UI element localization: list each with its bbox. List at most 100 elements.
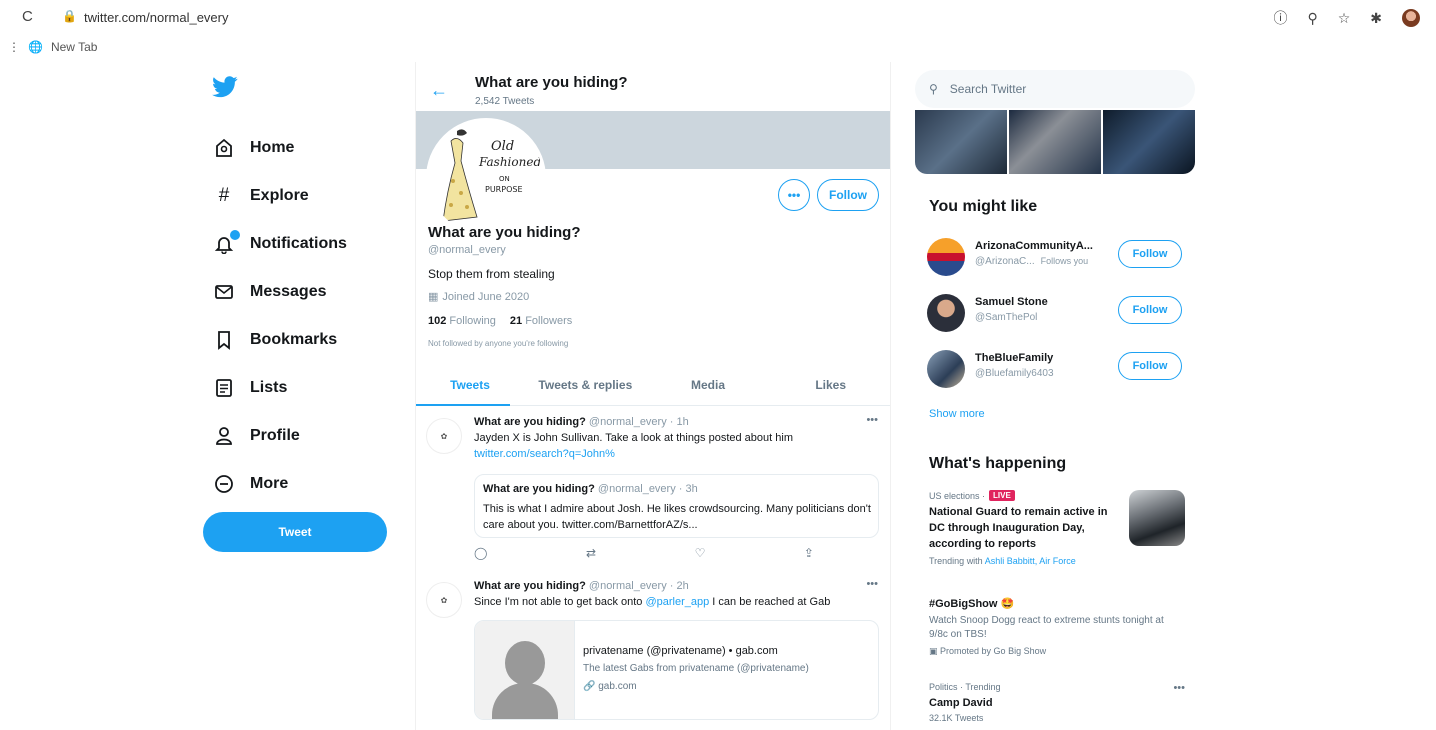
tweet-item[interactable]: ✿ What are you hiding? @normal_every · 2…: [416, 576, 890, 730]
tweet-text-part: I can be reached at Gab: [709, 596, 831, 608]
following-link[interactable]: 102 Following: [428, 315, 496, 327]
nav-item-profile[interactable]: Profile: [200, 412, 347, 460]
tweet-more-icon[interactable]: •••: [866, 414, 878, 426]
trend-sub-links[interactable]: Ashli Babbitt, Air Force: [985, 556, 1076, 566]
reply-icon[interactable]: ◯: [474, 546, 487, 560]
profile-more-button[interactable]: •••: [778, 179, 810, 211]
nav-item-notifications[interactable]: Notifications: [200, 220, 347, 268]
tweet-mention[interactable]: @parler_app: [645, 596, 709, 608]
tab-tweets-replies[interactable]: Tweets & replies: [524, 364, 647, 405]
whats-happening-title: What's happening: [929, 455, 1067, 472]
profile-column: ← What are you hiding? 2,542 Tweets Old …: [415, 62, 891, 730]
suggestion-name[interactable]: ArizonaCommunityA...: [975, 240, 1105, 252]
dress-illustration: [442, 129, 478, 222]
nav-item-bookmarks[interactable]: Bookmarks: [200, 316, 347, 364]
tweet-avatar[interactable]: ✿: [426, 582, 462, 618]
tab-likes[interactable]: Likes: [769, 364, 890, 405]
placeholder-body: [492, 683, 558, 719]
apps-icon[interactable]: ⋮: [8, 40, 20, 54]
star-icon[interactable]: ☆: [1338, 10, 1351, 27]
suggestion-name[interactable]: TheBlueFamily: [975, 352, 1105, 364]
suggestion-avatar[interactable]: [927, 238, 965, 276]
placeholder-head: [505, 641, 545, 685]
nav-label-notifications: Notifications: [250, 235, 347, 252]
trend-item[interactable]: Politics · Trending Camp David 32.1K Twe…: [929, 682, 1185, 730]
profile-bio: Stop them from stealing: [428, 267, 555, 281]
share-icon[interactable]: ⇪: [804, 546, 814, 560]
browser-toolbar: ⓘ ⚲ ☆ ✱: [1273, 8, 1420, 28]
live-badge: LIVE: [989, 490, 1015, 501]
browser-profile-avatar[interactable]: [1402, 9, 1420, 27]
suggestion-follow-button[interactable]: Follow: [1118, 352, 1182, 380]
reload-icon[interactable]: C: [22, 8, 33, 25]
trend-item[interactable]: #GoBigShow 🤩 Watch Snoop Dogg react to e…: [929, 596, 1185, 662]
person-icon: [212, 424, 236, 448]
suggestion-avatar[interactable]: [927, 294, 965, 332]
twitter-bird-icon[interactable]: [212, 76, 238, 98]
link-card[interactable]: privatename (@privatename) • gab.com The…: [474, 620, 879, 720]
quote-author: What are you hiding?: [483, 483, 595, 495]
profile-avatar[interactable]: Old Fashioned ON PURPOSE: [426, 118, 546, 238]
suggestion-follow-button[interactable]: Follow: [1118, 296, 1182, 324]
address-bar[interactable]: twitter.com/normal_every: [84, 10, 229, 25]
profile-handle: @normal_every: [428, 244, 506, 256]
retweet-icon[interactable]: ⇄: [586, 546, 596, 560]
tweet-button[interactable]: Tweet: [203, 512, 387, 552]
nav-item-more[interactable]: More: [200, 460, 347, 508]
nav-item-lists[interactable]: Lists: [200, 364, 347, 412]
nav-item-home[interactable]: Home: [200, 124, 347, 172]
like-icon[interactable]: ♡: [695, 546, 706, 560]
show-more-link[interactable]: Show more: [929, 408, 985, 420]
profile-follow-button[interactable]: Follow: [817, 179, 879, 211]
trend-headline: National Guard to remain active in DC th…: [929, 506, 1108, 550]
extensions-icon[interactable]: ✱: [1370, 10, 1382, 27]
media-thumbnail[interactable]: [915, 110, 1007, 174]
back-arrow-icon[interactable]: ←: [430, 80, 448, 101]
more-circle-icon: [212, 472, 236, 496]
suggestion-item[interactable]: Samuel Stone @SamThePol Follow: [927, 294, 1187, 338]
trend-sub: Trending with Ashli Babbitt, Air Force: [929, 556, 1185, 566]
search-input[interactable]: ⚲ Search Twitter: [915, 70, 1195, 108]
media-thumbnail[interactable]: [1103, 110, 1195, 174]
bookmark-new-tab[interactable]: New Tab: [51, 40, 97, 54]
trend-count: 32.1K Tweets: [929, 713, 984, 723]
suggestion-item[interactable]: ArizonaCommunityA... @ArizonaC... Follows…: [927, 238, 1187, 282]
suggestion-handle: @Bluefamily6403: [975, 368, 1054, 379]
tweet-author[interactable]: What are you hiding?: [474, 580, 586, 592]
info-icon[interactable]: ⓘ: [1273, 8, 1287, 28]
tab-media[interactable]: Media: [647, 364, 770, 405]
trend-more-icon[interactable]: •••: [1173, 682, 1185, 694]
tweet-avatar[interactable]: ✿: [426, 418, 462, 454]
tweet-text: Since I'm not able to get back onto @par…: [474, 596, 830, 608]
logo-text-fashioned: Fashioned: [479, 155, 542, 169]
tweet-item[interactable]: ✿ What are you hiding? @normal_every · 1…: [416, 412, 890, 572]
suggestion-follow-button[interactable]: Follow: [1118, 240, 1182, 268]
trend-item[interactable]: US elections · LIVE National Guard to re…: [929, 490, 1185, 576]
media-thumbnail[interactable]: [1009, 110, 1101, 174]
nav-item-messages[interactable]: Messages: [200, 268, 347, 316]
profile-joined: ▦ Joined June 2020: [428, 290, 529, 304]
followers-link[interactable]: 21 Followers: [510, 315, 572, 327]
tweet-header: What are you hiding? @normal_every · 1h: [474, 416, 689, 428]
suggestion-avatar[interactable]: [927, 350, 965, 388]
tweet-link[interactable]: twitter.com/search?q=John%: [474, 448, 615, 460]
media-strip[interactable]: [915, 110, 1195, 174]
tweet-actions: ◯ ⇄ ♡ ⇪: [474, 546, 814, 560]
tab-tweets[interactable]: Tweets: [416, 364, 524, 406]
tweet-author[interactable]: What are you hiding?: [474, 416, 586, 428]
nav-label-lists: Lists: [250, 379, 288, 396]
tweet-header: What are you hiding? @normal_every · 2h: [474, 580, 689, 592]
suggestion-name[interactable]: Samuel Stone: [975, 296, 1105, 308]
nav-item-explore[interactable]: # Explore: [200, 172, 347, 220]
tweet-more-icon[interactable]: •••: [866, 578, 878, 590]
profile-header: ← What are you hiding? 2,542 Tweets: [416, 70, 890, 114]
zoom-icon[interactable]: ⚲: [1307, 10, 1317, 27]
follows-you-label: Follows you: [1040, 256, 1089, 266]
followers-label: Followers: [525, 315, 573, 327]
suggestion-item[interactable]: TheBlueFamily @Bluefamily6403 Follow: [927, 350, 1187, 394]
quoted-tweet[interactable]: What are you hiding? @normal_every · 3h …: [474, 474, 879, 538]
nav-label-more: More: [250, 475, 289, 492]
profile-tabs: Tweets Tweets & replies Media Likes: [416, 364, 890, 406]
promoted-line: ▣ Promoted by Go Big Show: [929, 646, 1185, 657]
tweet-text: Jayden X is John Sullivan. Take a look a…: [474, 432, 793, 444]
